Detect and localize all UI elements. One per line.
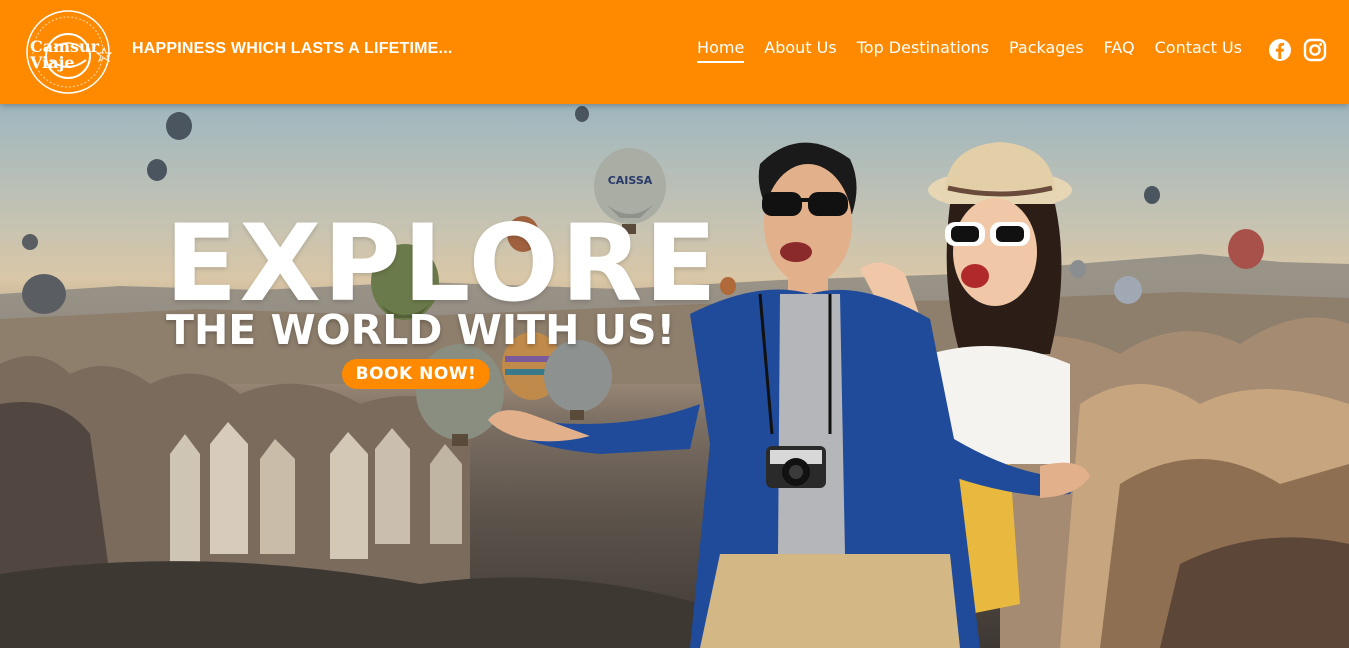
hero-banner: CAISSA EXPLORE THE WORLD WITH US! BOOK N… xyxy=(0,104,1349,648)
logo-line2: Viaje xyxy=(29,53,75,72)
nav-top-destinations[interactable]: Top Destinations xyxy=(857,38,989,63)
hero-background-image: CAISSA xyxy=(0,106,1349,648)
book-now-button[interactable]: BOOK NOW! xyxy=(342,359,490,389)
hero-subheadline: THE WORLD WITH US! xyxy=(166,306,676,354)
nav-contact-us[interactable]: Contact Us xyxy=(1155,38,1242,63)
camsur-viaje-logo[interactable]: Camsur Viaje xyxy=(24,8,116,96)
site-tagline: HAPPINESS WHICH LASTS A LIFETIME... xyxy=(132,40,453,57)
balloon-brand-text: CAISSA xyxy=(608,174,653,187)
main-nav: Home About Us Top Destinations Packages … xyxy=(697,38,1242,63)
facebook-icon[interactable] xyxy=(1268,38,1292,62)
site-header: Camsur Viaje HAPPINESS WHICH LASTS A LIF… xyxy=(0,0,1349,104)
hero-headline: EXPLORE xyxy=(165,202,719,325)
nav-about-us[interactable]: About Us xyxy=(764,38,836,63)
nav-home[interactable]: Home xyxy=(697,38,745,63)
instagram-icon[interactable] xyxy=(1303,38,1327,62)
nav-faq[interactable]: FAQ xyxy=(1104,38,1135,63)
nav-packages[interactable]: Packages xyxy=(1009,38,1084,63)
